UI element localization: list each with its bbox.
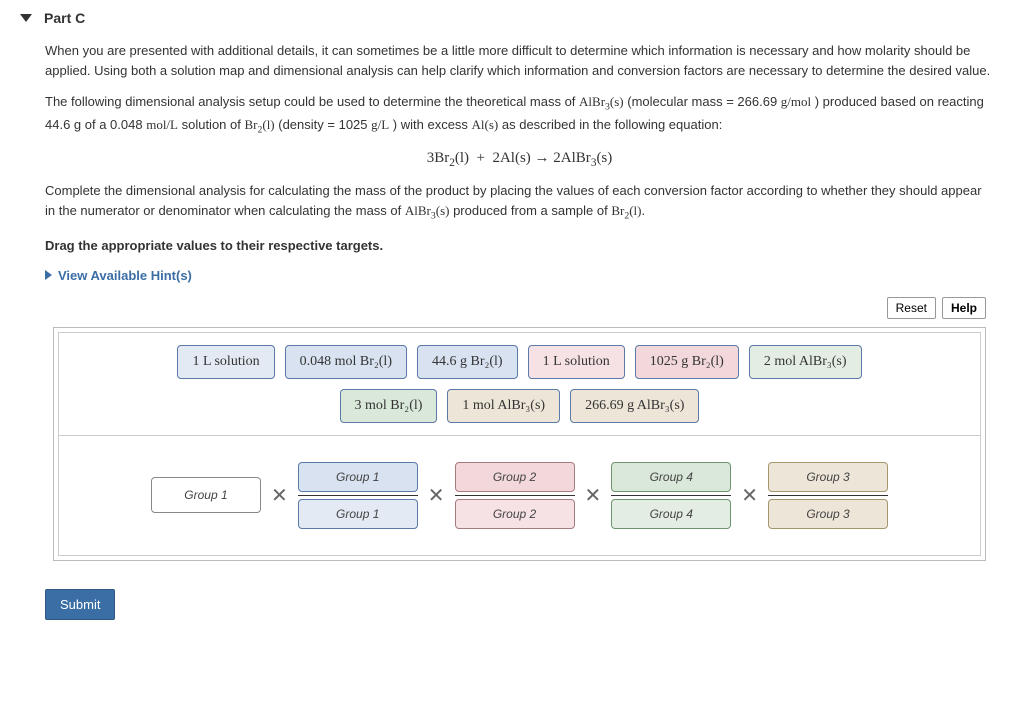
view-hints-toggle[interactable]: View Available Hint(s) [45,268,994,283]
content-area: When you are presented with additional d… [0,31,1024,571]
chip-446g-br2[interactable]: 44.6 g Br₂(l) [417,345,518,379]
fraction-group-1: Group 1 Group 1 [298,462,418,529]
fraction-group-4: Group 4 Group 4 [611,462,731,529]
chip-26669g-albr3[interactable]: 266.69 g AlBr₃(s) [570,389,699,423]
drag-instruction: Drag the appropriate values to their res… [45,236,994,256]
part-header[interactable]: Part C [0,0,1024,31]
fraction-line [768,495,888,496]
target-g1-bot[interactable]: Group 1 [298,499,418,529]
submit-row: Submit [0,571,1024,630]
fraction-group-3: Group 3 Group 3 [768,462,888,529]
fraction-line [298,495,418,496]
toolbar: Reset Help [45,293,994,327]
multiply-icon: ✕ [585,483,602,508]
chip-0048-mol-br2[interactable]: 0.048 mol Br₂(l) [285,345,407,379]
help-button[interactable]: Help [942,297,986,319]
fraction-line [455,495,575,496]
collapse-icon [20,14,32,22]
target-g1-top[interactable]: Group 1 [298,462,418,492]
workspace: 1 L solution 0.048 mol Br₂(l) 44.6 g Br₂… [53,327,986,561]
target-g3-bot[interactable]: Group 3 [768,499,888,529]
multiply-icon: ✕ [271,483,288,508]
submit-button[interactable]: Submit [45,589,115,620]
chip-pool: 1 L solution 0.048 mol Br₂(l) 44.6 g Br₂… [58,332,981,436]
multiply-icon: ✕ [428,483,445,508]
hints-label: View Available Hint(s) [58,268,192,283]
chip-2mol-albr3[interactable]: 2 mol AlBr₃(s) [749,345,862,379]
chip-1mol-albr3[interactable]: 1 mol AlBr₃(s) [447,389,560,423]
expand-icon [45,270,52,280]
setup-paragraph: The following dimensional analysis setup… [45,92,994,138]
target-g4-bot[interactable]: Group 4 [611,499,731,529]
fraction-line [611,495,731,496]
chip-1l-solution-a[interactable]: 1 L solution [177,345,274,379]
chip-1l-solution-b[interactable]: 1 L solution [528,345,625,379]
fraction-group-2: Group 2 Group 2 [455,462,575,529]
target-g2-top[interactable]: Group 2 [455,462,575,492]
target-g2-bot[interactable]: Group 2 [455,499,575,529]
chip-1025g-br2[interactable]: 1025 g Br₂(l) [635,345,739,379]
chip-3mol-br2[interactable]: 3 mol Br₂(l) [340,389,438,423]
intro-paragraph: When you are presented with additional d… [45,41,994,80]
part-title: Part C [44,10,85,26]
target-g4-top[interactable]: Group 4 [611,462,731,492]
pool-row-1: 1 L solution 0.048 mol Br₂(l) 44.6 g Br₂… [177,345,861,379]
instruction-paragraph: Complete the dimensional analysis for ca… [45,181,994,224]
reset-button[interactable]: Reset [887,297,936,319]
target-single-group1[interactable]: Group 1 [151,477,261,513]
drop-targets: Group 1 ✕ Group 1 Group 1 ✕ Group 2 Grou… [58,436,981,556]
target-g3-top[interactable]: Group 3 [768,462,888,492]
chemical-equation: 3Br2(l) + 2Al(s) → 2AlBr3(s) [45,150,994,169]
multiply-icon: ✕ [741,483,758,508]
pool-row-2: 3 mol Br₂(l) 1 mol AlBr₃(s) 266.69 g AlB… [340,389,700,423]
